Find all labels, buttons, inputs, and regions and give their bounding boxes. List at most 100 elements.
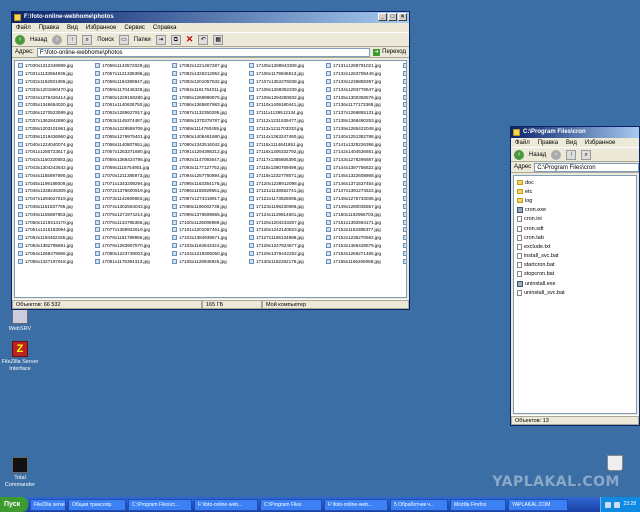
up-folder-icon[interactable]: ↑ <box>566 149 577 160</box>
file-item[interactable]: 17152x1163386377.jpg <box>323 226 400 234</box>
file-item[interactable]: 17066x1140807651.jpg <box>92 140 169 148</box>
file-item[interactable]: 17165x <box>400 132 406 140</box>
taskbar-button[interactable]: Mozilla Firefox <box>450 498 506 511</box>
file-item[interactable]: 17075x1271974214.jpg <box>92 210 169 218</box>
up-folder-icon[interactable]: ↑ <box>67 34 78 45</box>
menu-edit[interactable]: Правка <box>39 23 59 32</box>
taskbar-button[interactable]: F:\foto-online-web... <box>194 498 258 511</box>
file-item[interactable]: 17059x1170446328.jpg <box>92 85 169 93</box>
file-item[interactable]: 17118x1390769499.jpg <box>246 164 323 172</box>
file-item[interactable]: 17145x1322608868.jpg <box>323 171 400 179</box>
file-item[interactable]: 17096x1155929651.jpg <box>169 187 246 195</box>
maximize-button[interactable]: □ <box>388 13 397 21</box>
file-item[interactable]: 17122x1173825095.jpg <box>246 195 323 203</box>
file-item[interactable]: 17154x1266271465.jpg <box>323 250 400 258</box>
menu-favorites[interactable]: Избранное <box>86 23 116 32</box>
file-item[interactable]: 17048x1151837795.jpg <box>15 203 92 211</box>
taskbar-button[interactable]: C:\Program Files <box>260 498 322 511</box>
file-item[interactable]: 17033x1201660470.jpg <box>15 85 92 93</box>
file-item[interactable]: 17078x1181789966.jpg <box>92 234 169 242</box>
file-item[interactable]: startcron.bat <box>514 261 636 270</box>
file-item[interactable]: 17044x1155897690.jpg <box>15 171 92 179</box>
file-item[interactable]: 17098x1195002738.jpg <box>169 203 246 211</box>
undo-icon[interactable]: ↶ <box>198 34 209 45</box>
file-item[interactable]: 17040x1224040074.jpg <box>15 140 92 148</box>
file-item[interactable]: 17099x1376599665.jpg <box>169 210 246 218</box>
file-item[interactable]: 17063x1149374487.jpg <box>92 117 169 125</box>
tray-icon[interactable] <box>614 501 621 508</box>
file-item[interactable]: 17147x1391274522.jpg <box>323 187 400 195</box>
address-field[interactable]: F:\foto-online-webhome\photos <box>36 47 371 57</box>
file-item[interactable]: 17124x1129814601.jpg <box>246 210 323 218</box>
file-item[interactable]: 17034x1276426414.jpg <box>15 93 92 101</box>
clock[interactable]: 23:28 <box>623 497 636 512</box>
file-item[interactable]: 17089x1114760455.jpg <box>169 125 246 133</box>
file-item[interactable]: 17039x1219436960.jpg <box>15 132 92 140</box>
file-item[interactable]: 17084x1161764011.jpg <box>169 85 246 93</box>
forward-arrow-icon[interactable]: › <box>551 149 562 160</box>
move-to-icon[interactable]: ⇥ <box>155 34 166 45</box>
file-item[interactable]: 17057x1121338398.jpg <box>92 70 169 78</box>
file-item[interactable]: 17067x1253371680.jpg <box>92 148 169 156</box>
file-item[interactable]: 17042x1150320083.jpg <box>15 156 92 164</box>
file-item[interactable]: 17109x1294280832.jpg <box>246 93 323 101</box>
address-field[interactable]: C:\Program Files\cron <box>534 162 639 172</box>
file-item[interactable]: 17069x1115754901.jpg <box>92 164 169 172</box>
taskbar-button[interactable]: 5 Обработчик ч... <box>390 498 448 511</box>
file-item[interactable]: 17105x1128846925.jpg <box>169 257 246 265</box>
file-item[interactable]: 17051x1215163094.jpg <box>15 226 92 234</box>
file-item[interactable]: 17038x1203101961.jpg <box>15 125 92 133</box>
file-item[interactable]: 17103x1163643424.jpg <box>169 242 246 250</box>
file-item[interactable]: 17127x1156134998.jpg <box>246 234 323 242</box>
file-item[interactable]: 17106x1179846513.jpg <box>246 70 323 78</box>
file-item[interactable]: 17175x <box>400 210 406 218</box>
file-item[interactable]: 17088x1370378787.jpg <box>169 117 246 125</box>
file-item[interactable]: 17150x1182966703.jpg <box>323 210 400 218</box>
file-item[interactable]: 17041x1280723517.jpg <box>15 148 92 156</box>
desktop-icon-filezilla[interactable]: Z FileZilla Server Interface <box>0 341 40 373</box>
file-item[interactable]: 17081x1175394313.jpg <box>92 257 169 265</box>
file-item[interactable]: 17134x1293779647.jpg <box>323 85 400 93</box>
file-item[interactable]: 17036x1270523599.jpg <box>15 109 92 117</box>
file-item[interactable]: 17062x1289627917.jpg <box>92 109 169 117</box>
file-item[interactable]: 17079x1283907570.jpg <box>92 242 169 250</box>
file-item[interactable]: 17082x1326312952.jpg <box>169 70 246 78</box>
file-item[interactable]: 17131x1288791021.jpg <box>323 62 400 70</box>
file-item[interactable]: cron.exe <box>514 206 636 215</box>
file-item[interactable]: 17112x1231539477.jpg <box>246 117 323 125</box>
file-item[interactable]: 17113x1211703333.jpg <box>246 125 323 133</box>
file-item[interactable]: 17120x1238912098.jpg <box>246 179 323 187</box>
file-item[interactable]: 17061x1140626750.jpg <box>92 101 169 109</box>
file-item[interactable]: 17181x <box>400 257 406 265</box>
menu-view[interactable]: Вид <box>67 23 78 32</box>
desktop-icon-recycle-bin[interactable] <box>599 455 631 473</box>
file-item[interactable]: 17178x <box>400 234 406 242</box>
file-item[interactable]: 17086x1365807983.jpg <box>169 101 246 109</box>
file-item[interactable]: 17087x1132350295.jpg <box>169 109 246 117</box>
file-item[interactable]: 17047x1294627519.jpg <box>15 195 92 203</box>
menu-edit[interactable]: Правка <box>538 138 558 147</box>
back-arrow-icon[interactable]: ‹ <box>15 34 25 45</box>
file-item[interactable]: 17083x1201057532.jpg <box>169 78 246 86</box>
file-item[interactable]: 17128x1247824677.jpg <box>246 242 323 250</box>
file-item[interactable]: 17161x <box>400 101 406 109</box>
file-list[interactable]: doc etc log cron.exe cron.ini cron.sdt cron.ta… <box>513 175 637 414</box>
tray-icon[interactable] <box>605 501 612 508</box>
taskbar-button[interactable]: F:\foto-online-web... <box>324 498 388 511</box>
file-item[interactable]: 17105x1288943308.jpg <box>246 62 323 70</box>
file-item[interactable]: 17090x1406461680.jpg <box>169 132 246 140</box>
file-item[interactable]: etc <box>514 187 636 196</box>
file-item[interactable]: 17117x1385806390.jpg <box>246 156 323 164</box>
file-item[interactable]: 17116x1306332792.jpg <box>246 148 323 156</box>
file-item[interactable]: 17074x1302564043.jpg <box>92 203 169 211</box>
folders-button[interactable]: Папки <box>134 37 151 43</box>
file-item[interactable]: 17032x1162921086.jpg <box>15 78 92 86</box>
menu-file[interactable]: Файл <box>515 138 530 147</box>
file-item[interactable]: 17070x1211385973.jpg <box>92 171 169 179</box>
file-item[interactable]: 17097x1274318917.jpg <box>169 195 246 203</box>
file-item[interactable]: 17037x1362842890.jpg <box>15 117 92 125</box>
file-item[interactable]: 17170x <box>400 171 406 179</box>
taskbar-button[interactable]: YAPLAKAL.COM <box>508 498 568 511</box>
titlebar[interactable]: F:\foto-online-webhome\photos _ □ × <box>12 12 409 23</box>
file-item[interactable]: 17146x1371537454.jpg <box>323 179 400 187</box>
